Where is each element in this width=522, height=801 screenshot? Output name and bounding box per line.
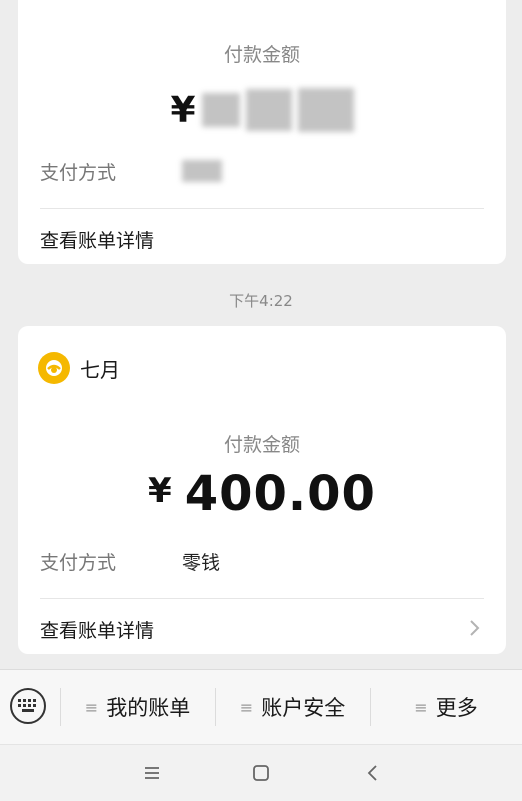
home-icon[interactable] bbox=[249, 761, 273, 785]
chevron-right-icon bbox=[470, 620, 480, 636]
message-timestamp: 下午4:22 bbox=[229, 292, 293, 310]
menu-item-my-bills[interactable]: ≡ 我的账单 bbox=[60, 670, 215, 744]
redacted-block bbox=[201, 93, 240, 127]
merchant-name: 七月 bbox=[80, 357, 120, 382]
merchant-logo-icon bbox=[38, 352, 70, 384]
transaction-card-previous: 付款金额 ¥ 支付方式 查看账单详情 bbox=[18, 0, 506, 264]
menu-icon[interactable] bbox=[140, 761, 164, 785]
divider bbox=[40, 208, 484, 209]
redacted-payment-method bbox=[182, 160, 222, 182]
payment-method-label: 支付方式 bbox=[40, 552, 117, 574]
service-menu-bar: ≡ 我的账单 ≡ 账户安全 ≡ 更多 bbox=[0, 669, 522, 744]
amount-label: 付款金额 bbox=[223, 44, 300, 66]
back-icon[interactable] bbox=[361, 761, 385, 785]
view-bill-details-link[interactable]: 查看账单详情 bbox=[40, 226, 484, 253]
merchant-header: 七月 bbox=[38, 352, 120, 384]
keyboard-icon[interactable] bbox=[10, 688, 46, 724]
amount-number: 400.00 bbox=[184, 466, 376, 522]
system-navigation-bar bbox=[0, 744, 522, 801]
view-bill-details-link[interactable]: 查看账单详情 bbox=[40, 616, 484, 643]
payment-method-value: 零钱 bbox=[182, 552, 221, 574]
menu-list-icon: ≡ bbox=[84, 697, 99, 717]
payment-method-label: 支付方式 bbox=[40, 162, 117, 184]
payment-method-row: 支付方式 零钱 bbox=[40, 548, 484, 575]
divider bbox=[40, 598, 484, 599]
amount-label: 付款金额 bbox=[223, 434, 300, 456]
blurred-amount: ¥ bbox=[18, 82, 506, 138]
menu-item-label: 账户安全 bbox=[261, 696, 346, 720]
menu-item-more[interactable]: ≡ 更多 bbox=[370, 670, 522, 744]
redacted-block bbox=[245, 89, 292, 131]
payment-amount: ¥400.00 bbox=[18, 466, 506, 522]
currency-symbol: ¥ bbox=[170, 89, 196, 131]
menu-item-label: 我的账单 bbox=[106, 696, 191, 720]
currency-symbol: ¥ bbox=[148, 471, 173, 511]
menu-item-account-security[interactable]: ≡ 账户安全 bbox=[215, 670, 370, 744]
payment-method-row: 支付方式 bbox=[40, 158, 484, 185]
menu-list-icon: ≡ bbox=[414, 697, 428, 717]
view-bill-details-label: 查看账单详情 bbox=[40, 620, 155, 642]
menu-item-label: 更多 bbox=[435, 696, 478, 720]
transaction-card[interactable]: 七月 付款金额 ¥400.00 支付方式 零钱 查看账单详情 bbox=[18, 326, 506, 654]
menu-list-icon: ≡ bbox=[239, 697, 254, 717]
redacted-block bbox=[297, 88, 354, 132]
view-bill-details-label: 查看账单详情 bbox=[40, 230, 155, 252]
